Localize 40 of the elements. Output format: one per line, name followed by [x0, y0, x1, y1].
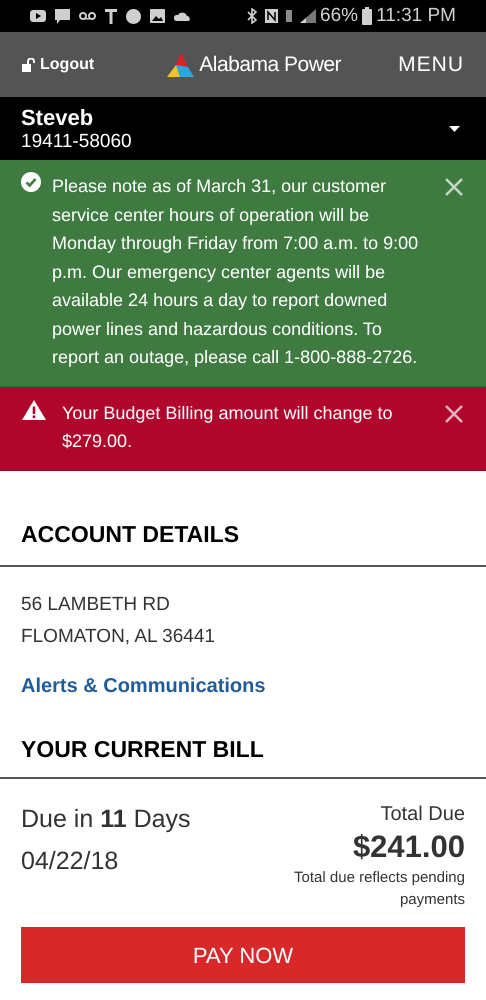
check-circle-icon	[21, 172, 41, 192]
brand-name: Alabama Power	[199, 52, 342, 78]
total-due-label: Total Due	[380, 802, 465, 827]
pending-note: Total due reflects pending payments	[293, 868, 465, 910]
message-icon	[55, 8, 70, 24]
carrier-icon	[105, 8, 117, 24]
address-line: FLOMATON, AL 36441	[21, 625, 216, 649]
voicemail-icon	[79, 12, 96, 20]
section-heading: YOUR CURRENT BILL	[21, 735, 265, 764]
unlock-icon	[22, 58, 36, 72]
menu-button[interactable]: MENU	[398, 48, 464, 80]
bluetooth-icon	[247, 8, 258, 24]
close-icon	[445, 178, 463, 196]
cloud-icon	[174, 11, 191, 21]
close-button[interactable]	[445, 177, 465, 197]
video-icon	[30, 10, 46, 22]
signal-icon	[300, 9, 316, 23]
due-date: 04/22/18	[21, 846, 120, 877]
section-heading: ACCOUNT DETAILS	[21, 520, 240, 548]
battery-percentage: 66%	[320, 4, 358, 28]
nfc-icon	[265, 9, 278, 23]
pay-now-button[interactable]: PAY NOW	[21, 927, 465, 983]
image-icon	[150, 9, 165, 23]
account-number: 19411-58060	[21, 130, 133, 152]
alert-message: Please note as of March 31, our customer service center hours of operation will be Monday through Friday from 7:00 a.m. to 9:00 p.m. Our emergency center agents will be available 24 hours a day to report downed power lines and hazardous conditions. To report an outage, please call 1-800-888-2726.	[52, 175, 420, 369]
account-name: Steveb	[21, 104, 94, 130]
address-line: 56 LAMBETH RD	[21, 593, 171, 617]
close-button[interactable]	[445, 404, 465, 424]
battery-icon	[362, 7, 372, 25]
clock: 11:31 PM	[376, 4, 456, 28]
alert-message: Your Budget Billing amount will change to $279.00.	[62, 402, 394, 453]
account-selector[interactable]: Steveb 19411-58060	[0, 97, 486, 160]
caret-icon	[449, 126, 460, 132]
close-icon	[445, 404, 463, 422]
total-amount: $241.00	[352, 828, 465, 866]
logout-button[interactable]: Logout	[22, 52, 94, 76]
due-days: Due in 11 Days	[21, 801, 265, 837]
alerts-link[interactable]: Alerts & Communications	[21, 670, 266, 702]
logo-icon	[167, 52, 196, 76]
warning-icon	[21, 398, 47, 420]
